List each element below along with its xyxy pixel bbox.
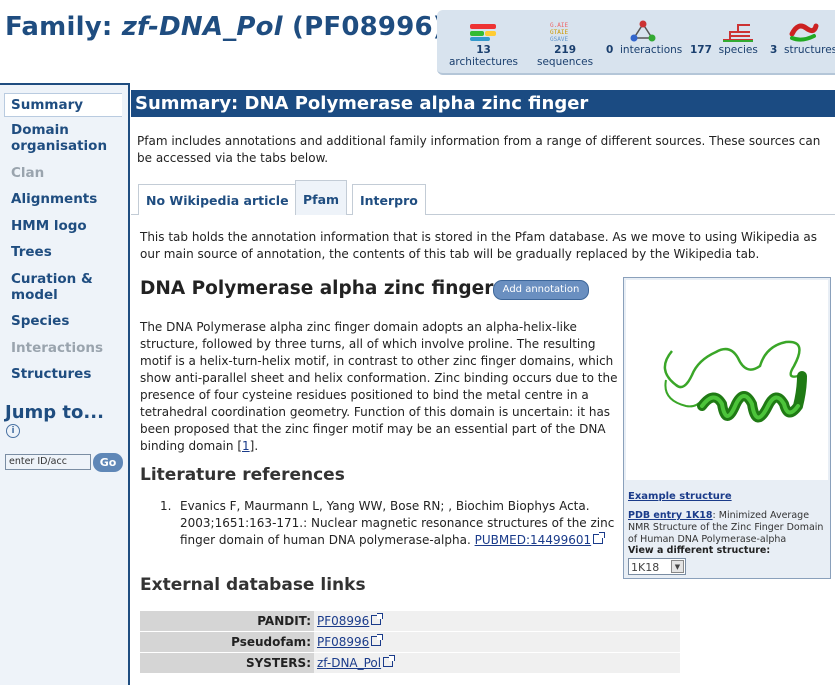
stat-label: architectures [449, 56, 519, 68]
stat-label: sequences [537, 56, 594, 68]
jump-to-heading: Jump to... [5, 402, 104, 423]
architectures-icon [469, 24, 496, 41]
family-name: zf-DNA_Pol [121, 12, 283, 42]
sidebar-item-trees[interactable]: Trees [11, 244, 52, 260]
db-key: SYSTERS: [140, 652, 314, 674]
stat-count: 177 [690, 44, 712, 56]
external-link-icon [383, 655, 396, 667]
family-stats-bar: 13 architectures G.AIE GTAIE GSAVE 219 s… [437, 10, 835, 75]
tab-wikipedia[interactable]: No Wikipedia article [138, 184, 297, 215]
protein-structure-graphic [663, 340, 807, 423]
family-accession: (PF08996) [282, 12, 445, 42]
stat-species[interactable]: 177 species [690, 20, 758, 56]
domain-description: The DNA Polymerase alpha zinc finger dom… [140, 320, 618, 453]
external-links-table: PANDIT: PF08996 Pseudofam: PF08996 SYSTE… [140, 611, 680, 674]
sidebar-item-alignments[interactable]: Alignments [11, 191, 97, 207]
jump-id-input[interactable]: enter ID/acc [5, 454, 91, 470]
summary-heading: Summary: DNA Polymerase alpha zinc finge… [131, 90, 835, 117]
sidebar-item-species[interactable]: Species [11, 313, 69, 329]
stat-architectures[interactable]: 13 architectures [449, 20, 518, 68]
stat-label: species [718, 44, 758, 56]
pdb-entry-info: PDB entry 1K18: Minimized Average NMR St… [628, 510, 828, 546]
svg-text:GTAIE: GTAIE [550, 29, 568, 36]
sidebar: Summary Domain organisation Clan Alignme… [0, 83, 130, 685]
db-value-cell: PF08996 [314, 611, 680, 632]
pandit-link[interactable]: PF08996 [317, 614, 369, 628]
table-row: PANDIT: PF08996 [140, 611, 680, 632]
db-value-cell: PF08996 [314, 631, 680, 653]
example-structure-label[interactable]: Example structure [628, 491, 732, 502]
stat-structures[interactable]: 3 structures [770, 20, 835, 56]
literature-heading: Literature references [140, 465, 345, 485]
sidebar-item-curation-model[interactable]: Curation & model [11, 271, 111, 303]
sidebar-item-structures[interactable]: Structures [11, 366, 91, 382]
external-links-heading: External database links [140, 575, 366, 595]
db-key: PANDIT: [140, 611, 314, 632]
external-link-icon [371, 613, 384, 625]
stat-count: 3 [770, 44, 778, 56]
intro-text: Pfam includes annotations and additional… [137, 134, 821, 165]
stat-count: 0 [606, 44, 614, 56]
structure-panel: Example structure PDB entry 1K18: Minimi… [623, 277, 831, 579]
description-text: The DNA Polymerase alpha zinc finger dom… [140, 320, 618, 453]
stat-sequences[interactable]: G.AIE GTAIE GSAVE 219 sequences [537, 20, 593, 68]
page-title: Family: zf-DNA_Pol (PF08996) [5, 12, 445, 42]
structure-image[interactable] [626, 280, 828, 480]
sidebar-item-hmm-logo[interactable]: HMM logo [11, 218, 87, 234]
pseudofam-link[interactable]: PF08996 [317, 635, 369, 649]
annotation-note: This tab holds the annotation informatio… [140, 230, 817, 261]
structures-icon [789, 23, 819, 42]
table-row: Pseudofam: PF08996 [140, 631, 680, 653]
sidebar-item-interactions: Interactions [11, 340, 104, 356]
stat-count: 13 [476, 44, 491, 56]
pdb-entry-link[interactable]: PDB entry 1K18 [628, 510, 713, 521]
help-icon[interactable]: i [6, 424, 20, 438]
interactions-icon [630, 20, 656, 42]
svg-text:G.AIE: G.AIE [550, 22, 568, 29]
tab-interpro[interactable]: Interpro [352, 184, 426, 215]
sidebar-item-domain-organisation[interactable]: Domain organisation [11, 122, 128, 154]
stat-label: interactions [620, 44, 683, 56]
svg-text:GSAVE: GSAVE [550, 36, 568, 42]
sidebar-item-clan: Clan [11, 165, 45, 181]
table-row: SYSTERS: zf-DNA_Pol [140, 652, 680, 674]
stat-label: structures [784, 44, 835, 56]
structure-select-value: 1K18 [631, 561, 660, 574]
species-icon [723, 24, 753, 42]
db-key: Pseudofam: [140, 631, 314, 653]
description-end: . [254, 439, 259, 453]
stat-interactions[interactable]: 0 interactions [606, 20, 682, 56]
reference-number: 1. [160, 499, 172, 513]
systers-link[interactable]: zf-DNA_Pol [317, 656, 381, 670]
sidebar-item-summary[interactable]: Summary [4, 93, 122, 117]
title-prefix: Family: [5, 12, 122, 42]
tab-pfam[interactable]: Pfam [295, 180, 348, 215]
go-button[interactable]: Go [93, 453, 123, 472]
structure-select[interactable]: 1K18 ▼ [628, 558, 686, 575]
external-link-icon [371, 634, 384, 646]
view-different-structure-label: View a different structure: [628, 545, 771, 556]
reference-link[interactable]: 1 [242, 439, 250, 453]
db-value-cell: zf-DNA_Pol [314, 652, 680, 674]
chevron-down-icon[interactable]: ▼ [671, 560, 684, 573]
sequences-icon: G.AIE GTAIE GSAVE [550, 22, 568, 42]
domain-title: DNA Polymerase alpha zinc finger [140, 278, 494, 299]
add-annotation-button[interactable]: Add annotation [493, 280, 589, 300]
external-link-icon [593, 532, 606, 544]
stat-count: 219 [554, 44, 576, 56]
literature-reference: 1. Evanics F, Maurmann L, Yang WW, Bose … [160, 498, 622, 549]
pubmed-link[interactable]: PUBMED:14499601 [475, 533, 592, 547]
